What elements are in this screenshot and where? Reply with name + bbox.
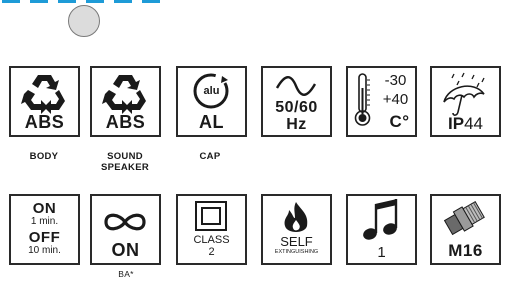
- top-accent-stripe: [0, 0, 507, 4]
- thread-size: M16: [448, 241, 483, 260]
- alu-text: alu: [203, 85, 220, 97]
- frequency-value: 50/60: [275, 99, 318, 116]
- tile-insulation-class: CLASS 2: [176, 194, 247, 265]
- class-value: 2: [208, 246, 215, 258]
- tile-al-cap: alu AL: [176, 66, 247, 137]
- extinguishing-label: EXTINGUISHING: [274, 249, 319, 255]
- ip-label: IP44: [432, 114, 499, 134]
- tile-tone: 1: [346, 194, 417, 265]
- tile-temperature: -30 +40 C°: [346, 66, 417, 137]
- off-label: OFF: [28, 229, 61, 246]
- tone-count: 1: [377, 244, 386, 261]
- continuous-label: ON: [111, 240, 140, 260]
- material-label: AL: [199, 112, 224, 132]
- material-label: ABS: [105, 112, 146, 132]
- tile-frequency: 50/60 Hz: [261, 66, 332, 137]
- stripe-dash: [2, 0, 20, 3]
- self-label: SELF: [280, 234, 313, 249]
- tile-ip-rating: IP44: [430, 66, 501, 137]
- on-time: 1 min.: [30, 216, 59, 227]
- stripe-dash: [30, 0, 48, 3]
- caption-sound-speaker: SOUND SPEAKER: [100, 151, 150, 173]
- caption-ba: BA*: [118, 269, 134, 279]
- stripe-dash: [142, 0, 160, 3]
- caption-cap: CAP: [199, 151, 221, 162]
- tile-abs-speaker: ABS: [90, 66, 161, 137]
- temp-unit: C°: [389, 112, 410, 131]
- tile-abs-body: ABS: [9, 66, 80, 137]
- stripe-dash: [114, 0, 132, 3]
- frequency-unit: Hz: [286, 116, 307, 133]
- tile-duty-cycle: ON 1 min. OFF 10 min.: [9, 194, 80, 265]
- stripe-dash: [58, 0, 76, 3]
- ip-code: 44: [464, 114, 483, 133]
- tile-cable-gland: M16: [430, 194, 501, 265]
- tile-self-extinguishing: SELF EXTINGUISHING: [261, 194, 332, 265]
- off-time: 10 min.: [28, 245, 61, 256]
- stripe-dash: [86, 0, 104, 3]
- ip-prefix: IP: [448, 114, 465, 133]
- temp-min: -30: [384, 72, 407, 89]
- on-label: ON: [32, 200, 57, 217]
- tile-continuous: ON: [90, 194, 161, 265]
- class-label: CLASS: [193, 234, 230, 246]
- material-label: ABS: [24, 112, 65, 132]
- temp-max: +40: [382, 91, 409, 108]
- toggle-circle[interactable]: [68, 5, 100, 37]
- caption-body: BODY: [29, 151, 59, 162]
